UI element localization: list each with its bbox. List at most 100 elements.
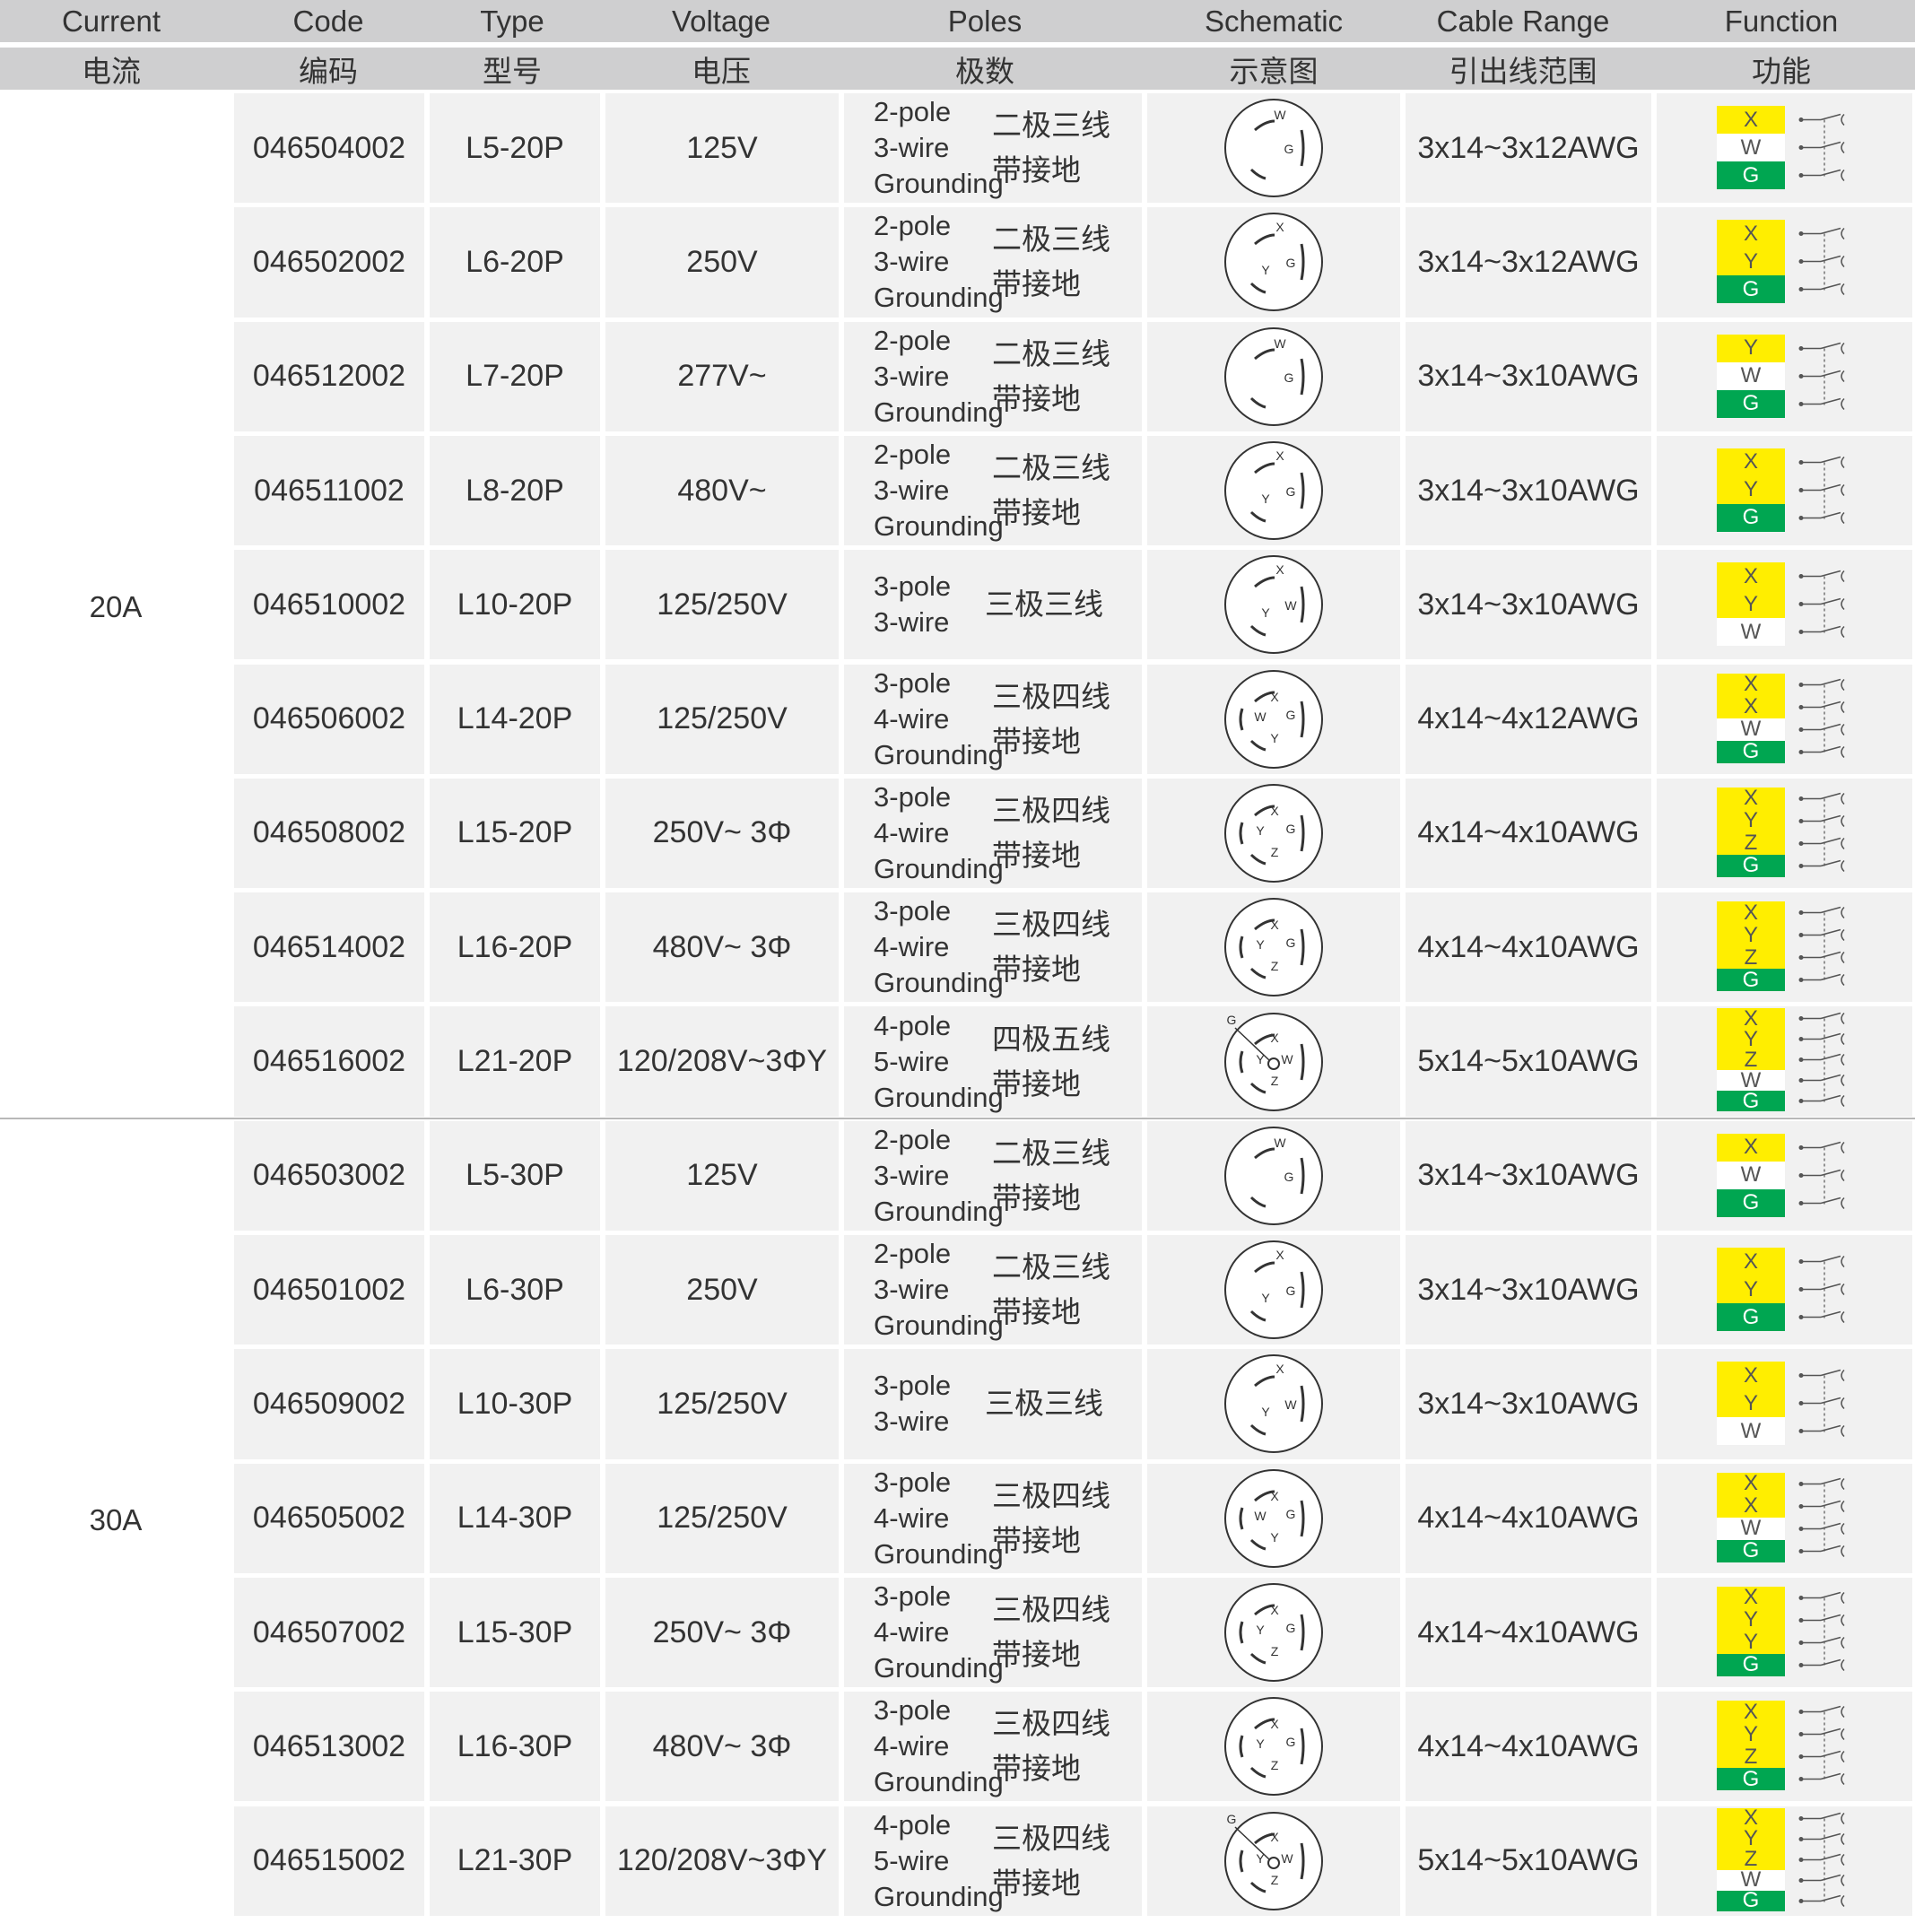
schematic-label: G [1227, 1013, 1237, 1027]
wire-y: Y [1717, 475, 1785, 504]
cell-type: L5-30P [466, 1158, 564, 1193]
poles-en-line: Grounding [874, 1195, 1004, 1227]
poles-en-line: 3-wire [874, 1274, 950, 1306]
cell-schematic: X Y G [1145, 207, 1403, 317]
contact-arc [1841, 792, 1845, 805]
contact-dot [1798, 401, 1804, 406]
poles-zh-line: 三极四线 [992, 1592, 1110, 1628]
contact-dot [1798, 1429, 1804, 1434]
plug-outline [1224, 441, 1323, 541]
poles-zh-line: 二极三线 [992, 108, 1110, 144]
l15-30-plug-icon: XY GZ [1224, 1583, 1323, 1683]
poles-en-line: 3-wire [874, 1159, 950, 1191]
wire-x: X [1717, 562, 1785, 591]
wire-g: G [1717, 275, 1785, 304]
poles-en-line: Grounding [874, 1652, 1004, 1684]
contact-dot [1798, 1732, 1804, 1737]
contact-dot [1798, 487, 1804, 492]
contact-arc [1841, 1255, 1845, 1268]
poles-en-line: 5-wire [874, 1844, 950, 1876]
switch-lever [1820, 1477, 1841, 1484]
cell-voltage: 125/250V [657, 1501, 788, 1536]
schematic-label: G [1284, 370, 1294, 385]
switch-lever [1820, 597, 1841, 605]
switch-lever [1820, 792, 1841, 800]
cell-poles: 3-pole 3-wire 三极三线 [841, 550, 1145, 659]
poles-en-line: 4-wire [874, 1616, 950, 1649]
contact-dot [1798, 1640, 1804, 1645]
contact-arc [1841, 1370, 1845, 1382]
cell-code: 046504002 [252, 130, 406, 165]
poles-zh: 三极四线 带接地 [992, 1806, 1110, 1916]
wire-y: Y [1717, 334, 1785, 362]
l15-20-plug-icon: XY GZ [1224, 783, 1323, 883]
table-row: 046509002 L10-30P 125/250V 3x14~3x10AWG 3-po… [231, 1349, 1915, 1459]
contact-dot [1798, 345, 1804, 351]
header-en-poles: Poles [947, 4, 1023, 38]
switch-lever [1820, 723, 1841, 730]
cell-schematic: XYGZ [1145, 1578, 1403, 1687]
contact-arc [1841, 1522, 1845, 1535]
contact-dot [1798, 515, 1804, 520]
poles-en: 3-pole 4-wire Grounding [874, 1578, 1004, 1687]
contact-dot [1798, 287, 1804, 292]
contact-dot [1798, 1877, 1804, 1883]
wire-y: Y [1717, 1722, 1785, 1746]
schematic-label: G [1286, 1507, 1296, 1521]
cell-schematic: WG [1145, 322, 1403, 431]
contact-arc [1841, 1075, 1845, 1087]
switch-lever [1820, 397, 1841, 405]
cell-function: XYW [1654, 550, 1915, 659]
poles-en: 4-pole 5-wire Grounding [874, 1006, 1004, 1116]
current-20a: 20A [89, 589, 143, 623]
schematic-label: G [1286, 484, 1296, 499]
wire-g: G [1717, 1089, 1785, 1113]
cell-voltage: 125/250V [657, 1386, 788, 1421]
wire-x: X [1717, 1133, 1785, 1162]
switch-diagram-icon [1798, 1591, 1845, 1671]
schematic-label: X [1270, 1031, 1279, 1045]
schematic-label: W [1284, 598, 1297, 613]
contact-dot [1798, 796, 1804, 801]
switch-lever [1820, 1310, 1841, 1318]
wire-w: W [1717, 361, 1785, 390]
contact-dot [1798, 1078, 1804, 1083]
contact-dot [1798, 459, 1804, 465]
contact-arc [1841, 1706, 1845, 1719]
contact-dot [1798, 1503, 1804, 1509]
contact-dot [1798, 1836, 1804, 1841]
contact-arc [1841, 1054, 1845, 1066]
wire-x: X [1717, 448, 1785, 476]
plug-outline [1224, 213, 1323, 312]
contact-dot [1798, 1815, 1804, 1821]
cell-schematic: XYGZ [1145, 892, 1403, 1002]
switch-lever [1820, 1522, 1841, 1529]
cell-type: L15-30P [457, 1614, 573, 1649]
header-en-voltage: Voltage [671, 4, 771, 38]
cell-code: 046501002 [252, 1272, 406, 1307]
cell-code: 046506002 [252, 701, 406, 736]
contact-dot [1798, 145, 1804, 150]
poles-zh-line: 三极四线 [992, 678, 1110, 714]
wire-x: X [1717, 672, 1785, 696]
cell-voltage: 125V [686, 1158, 758, 1193]
cell-cable: 3x14~3x12AWG [1417, 130, 1640, 165]
switch-lever [1820, 570, 1841, 578]
cell-type: L14-20P [457, 701, 573, 736]
table-row: 046513002 L16-30P 480V~ 3Φ 4x14~4x10AWG 3-po… [231, 1692, 1915, 1802]
poles-zh: 四极五线 带接地 [992, 1006, 1110, 1116]
switch-lever [1820, 1397, 1841, 1405]
contact-dot [1798, 1016, 1804, 1022]
cell-function: XYZG [1654, 779, 1915, 888]
table-row: 046514002 L16-20P 480V~ 3Φ 4x14~4x10AWG 3-po… [231, 892, 1915, 1003]
poles-en-line: Grounding [874, 168, 1004, 200]
switch-lever [1820, 928, 1841, 936]
header-en-cable-range: Cable Range [1436, 4, 1610, 38]
switch-lever [1820, 256, 1841, 263]
poles-en-line: 3-pole [874, 780, 952, 813]
poles-zh-line: 带接地 [992, 152, 1081, 188]
wire-y: Y [1717, 1630, 1785, 1654]
contact-arc [1841, 1658, 1845, 1671]
cell-voltage: 480V~ 3Φ [652, 929, 792, 964]
contact-arc [1841, 859, 1845, 872]
